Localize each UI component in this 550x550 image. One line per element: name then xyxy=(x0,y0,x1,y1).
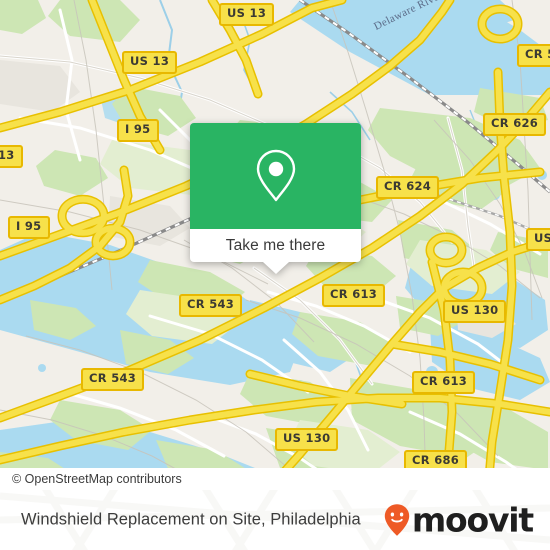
road-shield: US 13 xyxy=(219,3,275,26)
take-me-there-label: Take me there xyxy=(225,236,326,254)
moovit-smiley-pin-icon xyxy=(384,504,410,536)
map-callout[interactable]: Take me there xyxy=(190,123,361,274)
road-shield: CR 626 xyxy=(483,113,547,136)
road-shield: I 95 xyxy=(8,216,50,239)
road-shield: US 13 xyxy=(122,51,178,74)
road-shield: CR 543 xyxy=(517,44,550,67)
road-shield: CR 613 xyxy=(322,284,386,307)
road-shield: US 130 xyxy=(275,428,339,451)
road-shield: I 95 xyxy=(117,119,159,142)
road-shield: CR 543 xyxy=(179,294,243,317)
callout-header xyxy=(190,123,361,229)
map-result-page: Delaware River US 13 US 13 I 95 I 95 13 … xyxy=(0,0,550,550)
footer-bar: Windshield Replacement on Site, Philadel… xyxy=(0,490,550,550)
callout-pointer xyxy=(262,262,289,274)
road-shield: CR 543 xyxy=(81,368,145,391)
place-title: Windshield Replacement on Site, Philadel… xyxy=(21,510,361,529)
road-shield: US 130 xyxy=(443,300,507,323)
road-shield: 13 xyxy=(0,145,23,168)
road-shield: CR 613 xyxy=(412,371,476,394)
moovit-wordmark: moovit xyxy=(411,500,534,540)
location-pin-icon xyxy=(256,149,295,202)
road-shield: US 130 xyxy=(526,228,550,251)
callout-action[interactable]: Take me there xyxy=(190,229,361,274)
moovit-brand[interactable]: moovit xyxy=(384,500,534,540)
osm-attribution[interactable]: © OpenStreetMap contributors xyxy=(0,468,550,490)
map-viewport[interactable]: Delaware River US 13 US 13 I 95 I 95 13 … xyxy=(0,0,550,490)
road-shield: CR 624 xyxy=(376,176,440,199)
